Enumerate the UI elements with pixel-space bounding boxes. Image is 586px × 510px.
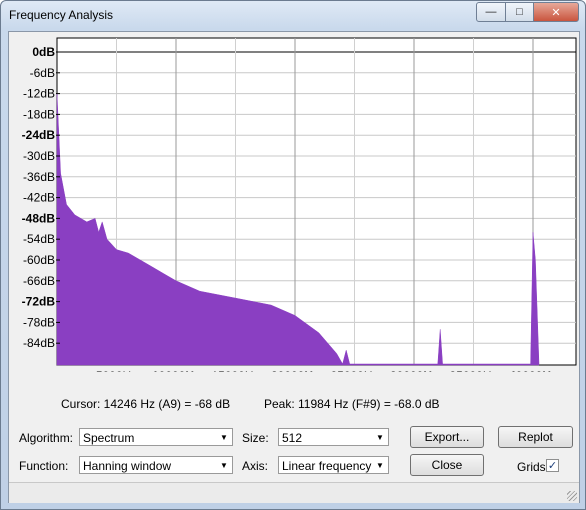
size-value: 512 xyxy=(282,431,303,445)
frequency-analysis-window: Frequency Analysis — □ ✕ 0dB -6dB -12dB -18… xyxy=(0,0,586,510)
y-tick-label: -48dB xyxy=(22,211,56,225)
function-label: Function: xyxy=(19,459,69,473)
algorithm-label: Algorithm: xyxy=(19,431,74,445)
dialog-client-area: 0dB -6dB -12dB -18dB -24dB -30dB -36dB -42dB -48… xyxy=(8,31,580,503)
y-tick-label: -42dB xyxy=(23,191,55,205)
close-window-button[interactable]: ✕ xyxy=(533,2,579,22)
y-tick-label: -36dB xyxy=(23,170,55,184)
chevron-down-icon: ▼ xyxy=(220,460,228,470)
x-tick-label: 20000Hz xyxy=(271,369,319,372)
title-bar: Frequency Analysis — □ ✕ xyxy=(1,1,585,31)
y-tick-label: -30dB xyxy=(23,149,55,163)
y-tick-label: -72dB xyxy=(22,295,56,309)
maximize-button[interactable]: □ xyxy=(505,2,534,22)
function-value: Hanning window xyxy=(83,459,172,473)
peak-readout: Peak: 11984 Hz (F#9) = -68.0 dB xyxy=(264,397,440,411)
x-tick-label: 25000Hz xyxy=(330,369,378,372)
x-tick-label: 15000Hz xyxy=(211,369,259,372)
close-button[interactable]: Close xyxy=(410,454,484,476)
y-tick-label: -60dB xyxy=(23,253,55,267)
maximize-icon: □ xyxy=(516,6,523,18)
status-bar xyxy=(9,482,579,503)
axis-label: Axis: xyxy=(242,459,269,473)
y-tick-label: -78dB xyxy=(23,315,55,329)
x-tick-label: 40000Hz xyxy=(509,369,557,372)
y-tick-label: -84dB xyxy=(23,336,55,350)
axis-select[interactable]: Linear frequency ▼ xyxy=(278,456,389,474)
y-tick-label: -54dB xyxy=(23,232,55,246)
resize-grip[interactable] xyxy=(567,491,577,501)
x-tick-label: 30000Hz xyxy=(390,369,438,372)
size-select[interactable]: 512 ▼ xyxy=(278,428,389,446)
size-label: Size: xyxy=(242,431,269,445)
chevron-down-icon: ▼ xyxy=(220,432,228,442)
spectrum-plot[interactable]: 0dB -6dB -12dB -18dB -24dB -30dB -36dB -42dB -48… xyxy=(9,32,579,372)
grids-label: Grids xyxy=(517,460,546,474)
function-select[interactable]: Hanning window ▼ xyxy=(79,456,233,474)
checkmark-icon: ✓ xyxy=(547,460,558,472)
x-tick-label: 10000Hz xyxy=(152,369,200,372)
chevron-down-icon: ▼ xyxy=(376,432,384,442)
chevron-down-icon: ▼ xyxy=(376,460,384,470)
y-tick-label: -66dB xyxy=(23,274,55,288)
y-tick-label: 0dB xyxy=(32,45,55,59)
export-button[interactable]: Export... xyxy=(410,426,484,448)
y-tick-label: -6dB xyxy=(30,66,55,80)
close-icon: ✕ xyxy=(551,6,561,19)
minimize-icon: — xyxy=(485,6,497,18)
algorithm-select[interactable]: Spectrum ▼ xyxy=(79,428,233,446)
axis-value: Linear frequency xyxy=(282,459,372,473)
cursor-readout: Cursor: 14246 Hz (A9) = -68 dB xyxy=(61,397,231,411)
grids-checkbox[interactable]: ✓ xyxy=(546,459,559,472)
y-tick-label: -18dB xyxy=(23,107,55,121)
window-title: Frequency Analysis xyxy=(9,8,114,22)
x-tick-label: 35000Hz xyxy=(449,369,497,372)
replot-button[interactable]: Replot xyxy=(498,426,573,448)
y-tick-label: -12dB xyxy=(23,87,55,101)
x-tick-label: 5000Hz xyxy=(96,369,137,372)
y-tick-label: -24dB xyxy=(22,128,56,142)
algorithm-value: Spectrum xyxy=(83,431,135,445)
minimize-button[interactable]: — xyxy=(476,2,506,22)
